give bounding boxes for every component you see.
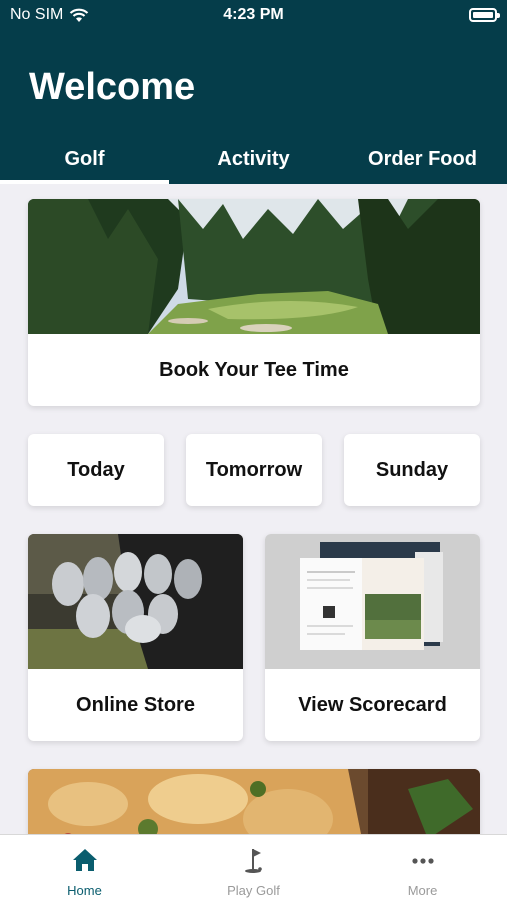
bottom-nav: Home Play Golf More — [0, 834, 507, 900]
order-food-card[interactable] — [28, 769, 480, 834]
online-store-label: Online Store — [76, 694, 195, 716]
view-scorecard-label: View Scorecard — [298, 694, 447, 716]
nav-more-label: More — [407, 883, 438, 898]
more-dots-icon — [411, 858, 434, 864]
view-scorecard-card[interactable]: View Scorecard — [265, 534, 480, 741]
nav-home[interactable]: Home — [0, 835, 169, 900]
tomorrow-button[interactable]: Tomorrow — [186, 434, 322, 506]
golf-course-image — [28, 199, 480, 334]
tab-bar: Golf Activity Order Food — [0, 140, 507, 184]
app-header: No SIM 4:23 PM Welcome Golf Activity Ord… — [0, 0, 507, 184]
nav-play-golf[interactable]: Play Golf — [169, 835, 338, 900]
golf-clubs-image — [28, 534, 243, 669]
tab-golf[interactable]: Golf — [0, 140, 169, 184]
status-bar: No SIM 4:23 PM — [0, 0, 507, 32]
tomorrow-label: Tomorrow — [205, 459, 303, 481]
today-button[interactable]: Today — [28, 434, 164, 506]
sunday-label: Sunday — [375, 459, 449, 481]
scorecard-image — [265, 534, 480, 669]
home-icon — [72, 849, 97, 871]
book-tee-time-card[interactable]: Book Your Tee Time — [28, 199, 480, 406]
content-scroll[interactable]: Book Your Tee Time Today Tomorrow Sunday… — [0, 184, 507, 834]
nav-home-label: Home — [67, 883, 102, 898]
nav-play-golf-label: Play Golf — [227, 883, 280, 898]
golf-flag-icon — [244, 849, 262, 873]
battery-icon — [469, 8, 500, 22]
status-time: 4:23 PM — [223, 6, 284, 23]
nav-more[interactable]: More — [338, 835, 507, 900]
tab-activity[interactable]: Activity — [169, 140, 338, 184]
online-store-card[interactable]: Online Store — [28, 534, 243, 741]
book-tee-time-label: Book Your Tee Time — [159, 359, 349, 381]
food-image — [28, 769, 480, 834]
sunday-button[interactable]: Sunday — [344, 434, 480, 506]
tab-order-food[interactable]: Order Food — [338, 140, 507, 184]
page-title: Welcome — [29, 66, 196, 108]
today-label: Today — [67, 459, 125, 481]
